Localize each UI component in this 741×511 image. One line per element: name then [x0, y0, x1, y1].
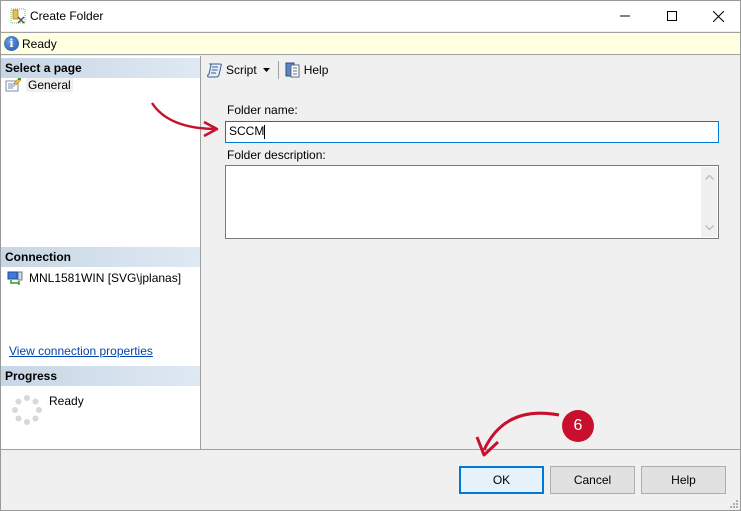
- button-bar: OK Cancel Help: [1, 449, 740, 510]
- main-pane: Script Help Folder name: SCCM Folder des…: [202, 56, 740, 449]
- maximize-button[interactable]: [649, 1, 695, 31]
- help-book-icon: [285, 62, 300, 78]
- text-caret: [264, 124, 266, 139]
- select-page-header: Select a page: [1, 58, 200, 78]
- window-title: Create Folder: [30, 9, 104, 23]
- info-icon: i: [4, 36, 19, 51]
- create-folder-dialog: Create Folder i Ready Select a page Gene…: [0, 0, 741, 511]
- help-toolbar-label: Help: [303, 63, 329, 77]
- close-icon: [712, 10, 724, 22]
- connection-label: MNL1581WIN [SVG\jplanas]: [29, 271, 182, 285]
- description-scrollbar[interactable]: [701, 167, 717, 237]
- scroll-up-button[interactable]: [701, 169, 717, 185]
- chevron-down-icon: [704, 224, 714, 230]
- toolbar: Script Help: [202, 56, 740, 84]
- connection-header: Connection: [1, 247, 200, 267]
- script-button[interactable]: Script: [205, 62, 259, 78]
- script-dropdown-button[interactable]: [259, 68, 274, 72]
- minimize-button[interactable]: [602, 1, 648, 31]
- title-bar: Create Folder: [1, 1, 740, 31]
- step-number-badge: 6: [562, 410, 594, 442]
- view-connection-properties-link[interactable]: View connection properties: [9, 344, 153, 358]
- connection-item: MNL1581WIN [SVG\jplanas]: [7, 271, 181, 285]
- chevron-up-icon: [704, 174, 714, 180]
- minimize-icon: [620, 15, 630, 17]
- close-button[interactable]: [695, 1, 741, 31]
- toolbar-separator: [277, 61, 279, 79]
- help-toolbar-button[interactable]: Help: [283, 62, 331, 78]
- ok-button[interactable]: OK: [459, 466, 544, 494]
- server-connection-icon: [7, 271, 23, 285]
- progress-spinner-icon: [12, 395, 42, 425]
- chevron-down-icon: [262, 68, 270, 72]
- folder-name-input[interactable]: SCCM: [225, 121, 719, 143]
- progress-header: Progress: [1, 366, 200, 386]
- progress-status: Ready: [49, 394, 84, 408]
- cancel-button[interactable]: Cancel: [550, 466, 635, 494]
- folder-description-input[interactable]: [225, 165, 719, 239]
- status-text: Ready: [22, 37, 57, 51]
- folder-name-value: SCCM: [229, 124, 265, 138]
- resize-grip-icon[interactable]: [728, 498, 738, 508]
- page-item-general[interactable]: General: [5, 78, 73, 92]
- help-button[interactable]: Help: [641, 466, 726, 494]
- create-folder-icon: [10, 8, 26, 24]
- general-page-icon: [5, 78, 21, 92]
- status-bar: i Ready: [1, 32, 740, 55]
- left-pane: Select a page General Connection MNL1581…: [1, 56, 201, 449]
- folder-name-label: Folder name:: [227, 103, 298, 117]
- maximize-icon: [667, 11, 677, 21]
- script-label: Script: [226, 63, 257, 77]
- scroll-down-button[interactable]: [701, 219, 717, 235]
- page-item-label: General: [26, 78, 73, 92]
- folder-description-label: Folder description:: [227, 148, 326, 162]
- script-icon: [207, 63, 222, 78]
